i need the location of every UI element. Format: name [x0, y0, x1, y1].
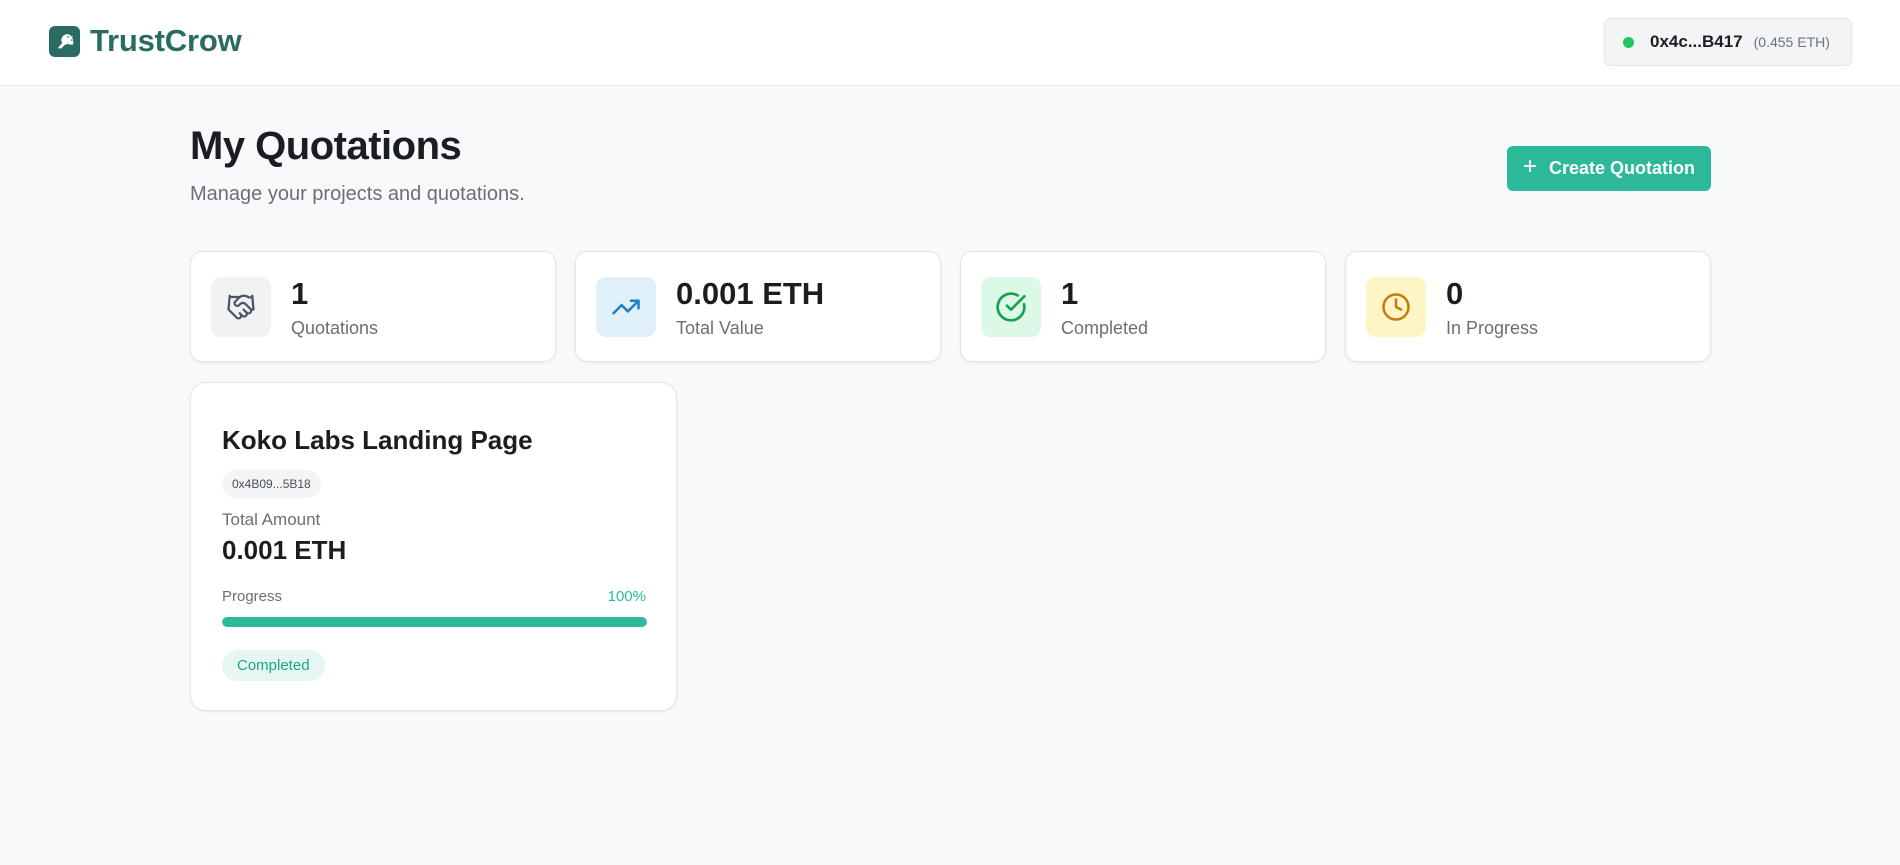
handshake-icon [211, 277, 271, 337]
page-subtitle: Manage your projects and quotations. [190, 183, 525, 205]
brand-name: TrustCrow [90, 23, 242, 58]
progress-percent: 100% [607, 588, 646, 605]
top-navbar: TrustCrow 0x4c...B417 (0.455 ETH) [0, 0, 1900, 86]
stat-value: 0 [1446, 276, 1464, 311]
project-title: Koko Labs Landing Page [222, 425, 533, 455]
stat-card-completed: 1 Completed [960, 251, 1326, 362]
brand[interactable]: TrustCrow [49, 23, 242, 58]
amount-label: Total Amount [222, 510, 321, 529]
progress-bar-fill [222, 617, 647, 627]
create-quotation-label: Create Quotation [1549, 158, 1696, 178]
amount-value: 0.001 ETH [222, 535, 347, 565]
wallet-address: 0x4c...B417 [1650, 32, 1743, 51]
progress-label: Progress [222, 588, 283, 605]
create-quotation-button[interactable]: + Create Quotation [1507, 146, 1711, 191]
check-circle-icon [981, 277, 1041, 337]
plus-icon: + [1522, 153, 1537, 180]
client-address-chip: 0x4B09...5B18 [222, 470, 321, 498]
quotation-card[interactable]: Koko Labs Landing Page 0x4B09...5B18 Tot… [190, 382, 677, 711]
wallet-status-dot [1623, 36, 1634, 48]
wallet-button[interactable]: 0x4c...B417 (0.455 ETH) [1604, 18, 1852, 66]
stat-value: 1 [1061, 276, 1079, 311]
crow-logo-icon [49, 25, 80, 57]
stat-value: 1 [291, 276, 309, 311]
stat-card-in-progress: 0 In Progress [1345, 251, 1711, 362]
progress-bar [222, 617, 647, 627]
stat-card-total-value: 0.001 ETH Total Value [575, 251, 941, 362]
wallet-balance: (0.455 ETH) [1753, 34, 1830, 50]
stat-label: In Progress [1446, 318, 1539, 338]
trending-up-icon [596, 277, 656, 337]
stat-label: Completed [1061, 318, 1149, 338]
stat-value: 0.001 ETH [676, 276, 825, 311]
stat-label: Total Value [676, 318, 764, 338]
clock-icon [1366, 277, 1426, 337]
stat-card-quotations: 1 Quotations [190, 251, 556, 362]
stat-label: Quotations [291, 318, 379, 338]
page-title: My Quotations [190, 124, 462, 168]
status-badge: Completed [222, 650, 325, 681]
